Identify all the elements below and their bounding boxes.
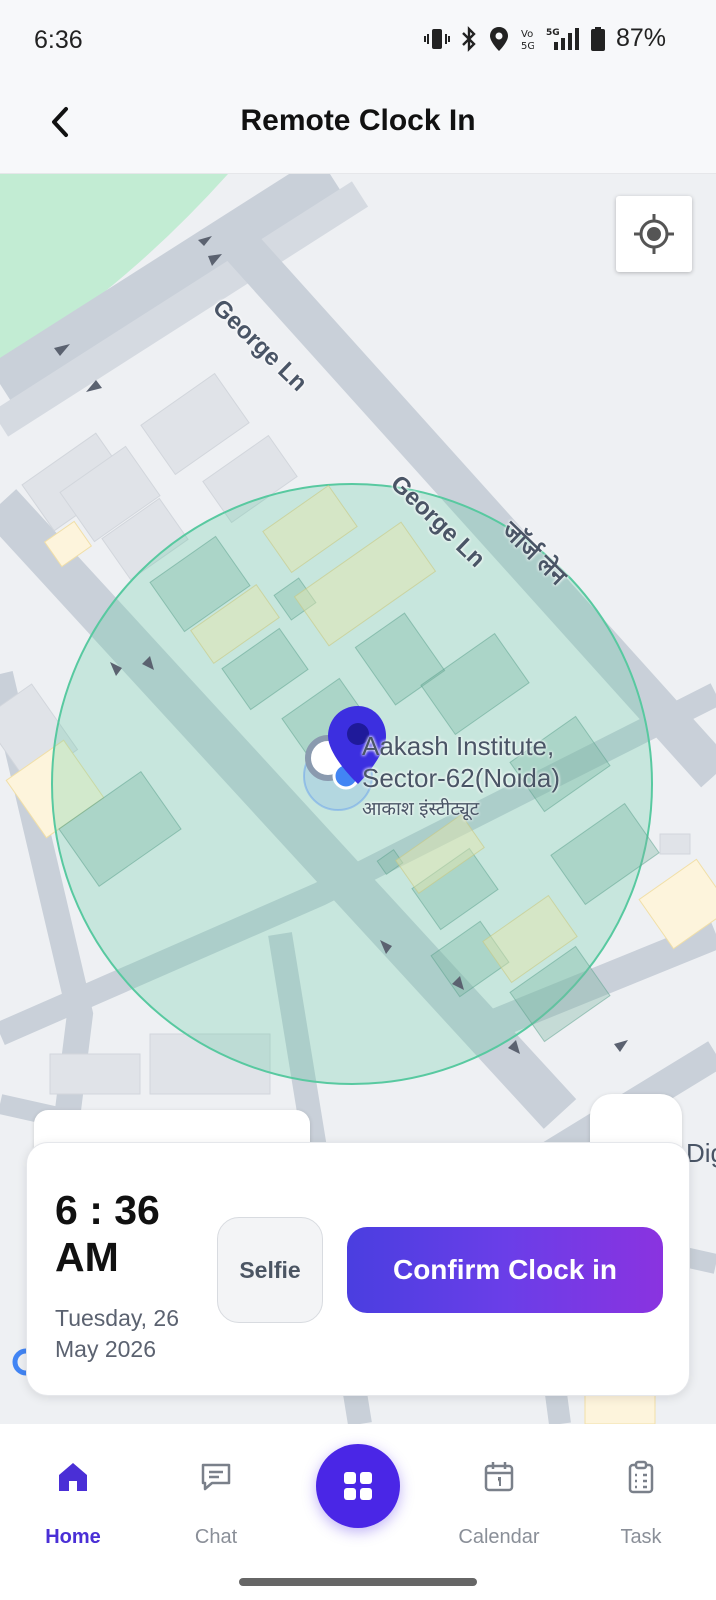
nav-label: Task [620,1526,662,1548]
grid-icon [344,1472,372,1500]
battery-percent: 87% [615,24,666,52]
5g-signal-icon: 5G [546,27,579,50]
nav-calendar[interactable]: Calendar [444,1442,554,1582]
crosshair-icon [634,214,674,254]
nav-label: Chat [194,1526,238,1548]
battery-icon [590,26,605,51]
status-icons: Vo 5G 5G 87% [423,24,666,53]
current-time: 6 : 36 AM [55,1187,160,1280]
chat-icon [201,1463,231,1491]
confirm-clock-in-button[interactable]: Confirm Clock in [347,1227,663,1313]
svg-text:5G: 5G [546,28,560,38]
volte-icon: Vo5G [521,29,534,52]
bluetooth-icon [462,25,476,52]
poi-area: Sector-62(Noida) [362,763,560,793]
my-location-button[interactable] [616,196,692,272]
app-header: Remote Clock In [0,80,716,174]
status-bar: 6:36 Vo 5G 5G 87% [0,0,716,80]
calendar-icon [484,1462,514,1492]
home-indicator[interactable] [239,1578,477,1586]
poi-name-hindi: आकाश इंस्टीट्यूट [362,799,480,820]
selfie-button[interactable]: Selfie [217,1217,323,1323]
poi-name: Aakash Institute, [362,731,555,761]
nav-home[interactable]: Home [18,1442,128,1582]
page-title: Remote Clock In [240,104,476,137]
map-edge-label: Dig [686,1138,716,1168]
vibrate-icon [423,28,450,49]
poi-label[interactable]: Aakash Institute, Sector-62(Noida) आकाश … [362,730,560,826]
svg-text:Vo: Vo [521,29,533,40]
nav-task[interactable]: Task [586,1442,696,1582]
clipboard-icon [628,1460,654,1494]
bottom-navigation: Home Chat Calendar Task [0,1424,716,1600]
status-time: 6:36 [34,26,83,54]
svg-text:5G: 5G [521,41,534,52]
nav-chat[interactable]: Chat [161,1442,271,1582]
clock-in-card: 6 : 36 AM Tuesday, 26 May 2026 Selfie Co… [26,1142,690,1396]
center-menu-button[interactable] [316,1444,400,1528]
nav-label: Calendar [458,1526,540,1548]
current-date: Tuesday, 26 May 2026 [55,1305,180,1362]
location-icon [489,26,508,51]
home-icon [59,1463,87,1491]
nav-label: Home [45,1526,101,1548]
